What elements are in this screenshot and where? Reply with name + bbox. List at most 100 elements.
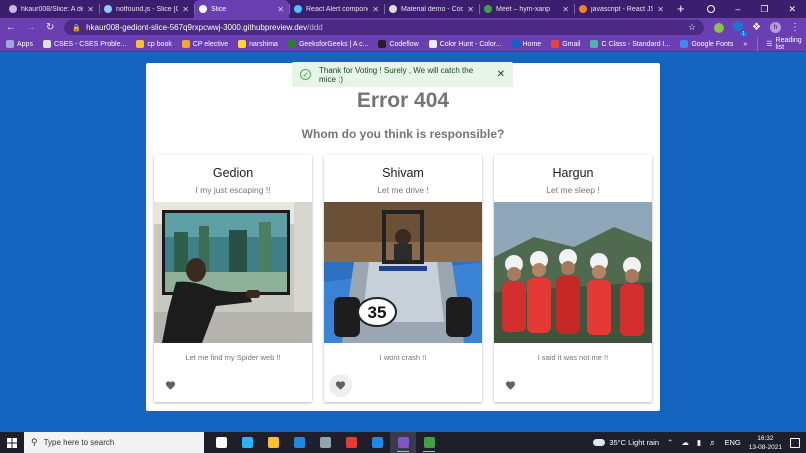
close-toast-button[interactable]: ✕: [497, 69, 505, 80]
browser-tab[interactable]: React Alert componen ✕: [289, 0, 384, 18]
reload-button[interactable]: ↻: [46, 22, 54, 33]
browser-tab[interactable]: hkaur008/Slice: A deve✕: [4, 0, 99, 18]
bookmark-item[interactable]: Color Hunt - Color...: [428, 40, 502, 48]
browser-tab[interactable]: Material demo - Code ✕: [384, 0, 479, 18]
bookmark-item[interactable]: GeeksforGeeks | A c...: [287, 40, 369, 48]
tab-close-icon[interactable]: ✕: [657, 5, 664, 14]
reading-list-button[interactable]: ☰ Reading list: [757, 37, 802, 51]
search-placeholder: Type here to search: [43, 438, 115, 447]
bookmark-favicon-icon: [511, 40, 520, 48]
forward-button[interactable]: →: [26, 22, 36, 33]
bookmark-favicon-icon: [136, 40, 145, 48]
tab-favicon-icon: [579, 5, 587, 13]
bookmarks-overflow-button[interactable]: »: [743, 41, 747, 48]
browser-tab[interactable]: Slice ✕: [194, 0, 289, 18]
close-window-button[interactable]: ✕: [788, 4, 796, 15]
browser-tab[interactable]: notfound.js - Slice [G ✕: [99, 0, 194, 18]
tab-label: hkaur008/Slice: A deve: [21, 5, 84, 13]
bookmark-item[interactable]: C Class - Standard I...: [590, 40, 670, 48]
start-button[interactable]: [0, 437, 24, 448]
reading-list-icon: ☰: [766, 41, 773, 48]
taskbar-app-opera[interactable]: [338, 432, 364, 453]
terminal-icon: [423, 437, 435, 448]
puzzle-icon[interactable]: ❖: [752, 22, 761, 33]
card-photo: [154, 202, 312, 343]
chevron-up-icon[interactable]: ⌃: [667, 438, 673, 447]
restore-button[interactable]: ❐: [760, 4, 768, 15]
bookmark-label: GeeksforGeeks | A c...: [298, 40, 369, 48]
address-bar[interactable]: 🔒 hkaur008-gediont-slice-567q9rxpcwwj-30…: [64, 20, 705, 35]
card-quote: Let me find my Spider web !!: [185, 353, 281, 362]
task-view-icon: [215, 437, 227, 448]
volume-icon[interactable]: ♬: [709, 438, 717, 447]
window-controls: – ❐ ✕: [707, 0, 806, 18]
bookmark-label: Home: [522, 40, 542, 48]
tab-close-icon[interactable]: ✕: [277, 5, 284, 14]
bookmark-label: Gmail: [562, 40, 581, 48]
tab-close-icon[interactable]: ✕: [467, 5, 474, 14]
bookmark-item[interactable]: narshima: [238, 40, 278, 48]
suspect-card-hargun: Hargun Let me sleep ! I said it was not …: [494, 155, 652, 402]
bookmark-favicon-icon: [238, 40, 247, 48]
system-tray: 35°C Light rain ⌃ ☁ ▮ ♬ ENG 16:32 13-08-…: [593, 434, 806, 452]
language-indicator[interactable]: ENG: [724, 438, 740, 447]
bookmark-favicon-icon: [181, 40, 190, 48]
error-panel: Error 404 Whom do you think is responsib…: [146, 63, 660, 411]
tab-close-icon[interactable]: ✕: [182, 5, 189, 14]
taskbar-app-edge[interactable]: [234, 432, 260, 453]
taskbar-app-terminal[interactable]: [416, 432, 442, 453]
battery-icon[interactable]: ▮: [697, 438, 701, 447]
vote-button[interactable]: [159, 374, 182, 397]
bookmark-item[interactable]: CSES - CSES Proble...: [42, 40, 127, 48]
extension-badge-icon[interactable]: 1: [733, 21, 748, 37]
kebab-menu-icon[interactable]: ⋮: [790, 22, 800, 33]
vscode-icon: [371, 437, 383, 448]
toast-message: Thank for Voting ! Surely , We will catc…: [319, 65, 474, 84]
tab-label: Slice: [211, 5, 227, 13]
notification-icon[interactable]: [790, 437, 800, 448]
extension-icon[interactable]: [714, 22, 725, 33]
minimize-button[interactable]: –: [735, 4, 740, 14]
tab-favicon-icon: [484, 5, 492, 13]
vote-button[interactable]: [499, 374, 522, 397]
tab-favicon-icon: [104, 5, 112, 13]
bookmark-label: Color Hunt - Color...: [439, 40, 502, 48]
bookmark-star-icon[interactable]: ☆: [688, 22, 696, 33]
browser-tab[interactable]: javascript - React JS o✕: [574, 0, 669, 18]
new-tab-button[interactable]: +: [669, 0, 693, 18]
taskbar-app-mail[interactable]: [286, 432, 312, 453]
clock[interactable]: 16:32 13-08-2021: [749, 434, 782, 452]
bookmark-label: Google Fonts: [691, 40, 734, 48]
vote-button[interactable]: [329, 374, 352, 397]
browser-tab[interactable]: Meet – hym-xanp ✕: [479, 0, 574, 18]
tab-close-icon[interactable]: ✕: [372, 5, 379, 14]
lock-icon[interactable]: 🔒: [72, 24, 81, 32]
file-explorer-icon: [267, 437, 279, 448]
tab-search-icon[interactable]: [707, 5, 716, 13]
tab-close-icon[interactable]: ✕: [87, 5, 94, 14]
bookmark-item[interactable]: Codeflow: [378, 40, 419, 48]
tab-close-icon[interactable]: ✕: [562, 5, 569, 14]
bookmark-item[interactable]: Gmail: [551, 40, 580, 48]
back-button[interactable]: ←: [6, 22, 16, 33]
extensions-area: 1 ❖ h ⋮: [714, 21, 800, 37]
profile-avatar[interactable]: h: [770, 22, 781, 33]
taskbar-app-store[interactable]: [312, 432, 338, 453]
store-icon: [319, 437, 331, 448]
taskbar-app-vscode[interactable]: [364, 432, 390, 453]
bookmark-item[interactable]: Google Fonts: [680, 40, 733, 48]
taskbar-app-file-explorer[interactable]: [260, 432, 286, 453]
network-icon[interactable]: ☁: [681, 438, 689, 447]
weather-text: 35°C Light rain: [609, 438, 660, 447]
taskbar-app-chrome[interactable]: [390, 432, 416, 453]
bookmark-item[interactable]: cp book: [136, 40, 172, 48]
taskbar-app-task-view[interactable]: [208, 432, 234, 453]
taskbar-search-input[interactable]: ⚲ Type here to search: [24, 432, 204, 453]
card-title: Gedion: [212, 166, 254, 180]
bookmark-item[interactable]: Home: [511, 40, 542, 48]
bookmark-item[interactable]: CP elective: [181, 40, 228, 48]
weather-widget[interactable]: 35°C Light rain: [593, 438, 659, 447]
bookmark-label: CSES - CSES Proble...: [53, 40, 127, 48]
card-subtitle: I my just escaping !!: [195, 185, 271, 195]
bookmark-item[interactable]: Apps: [6, 40, 33, 48]
